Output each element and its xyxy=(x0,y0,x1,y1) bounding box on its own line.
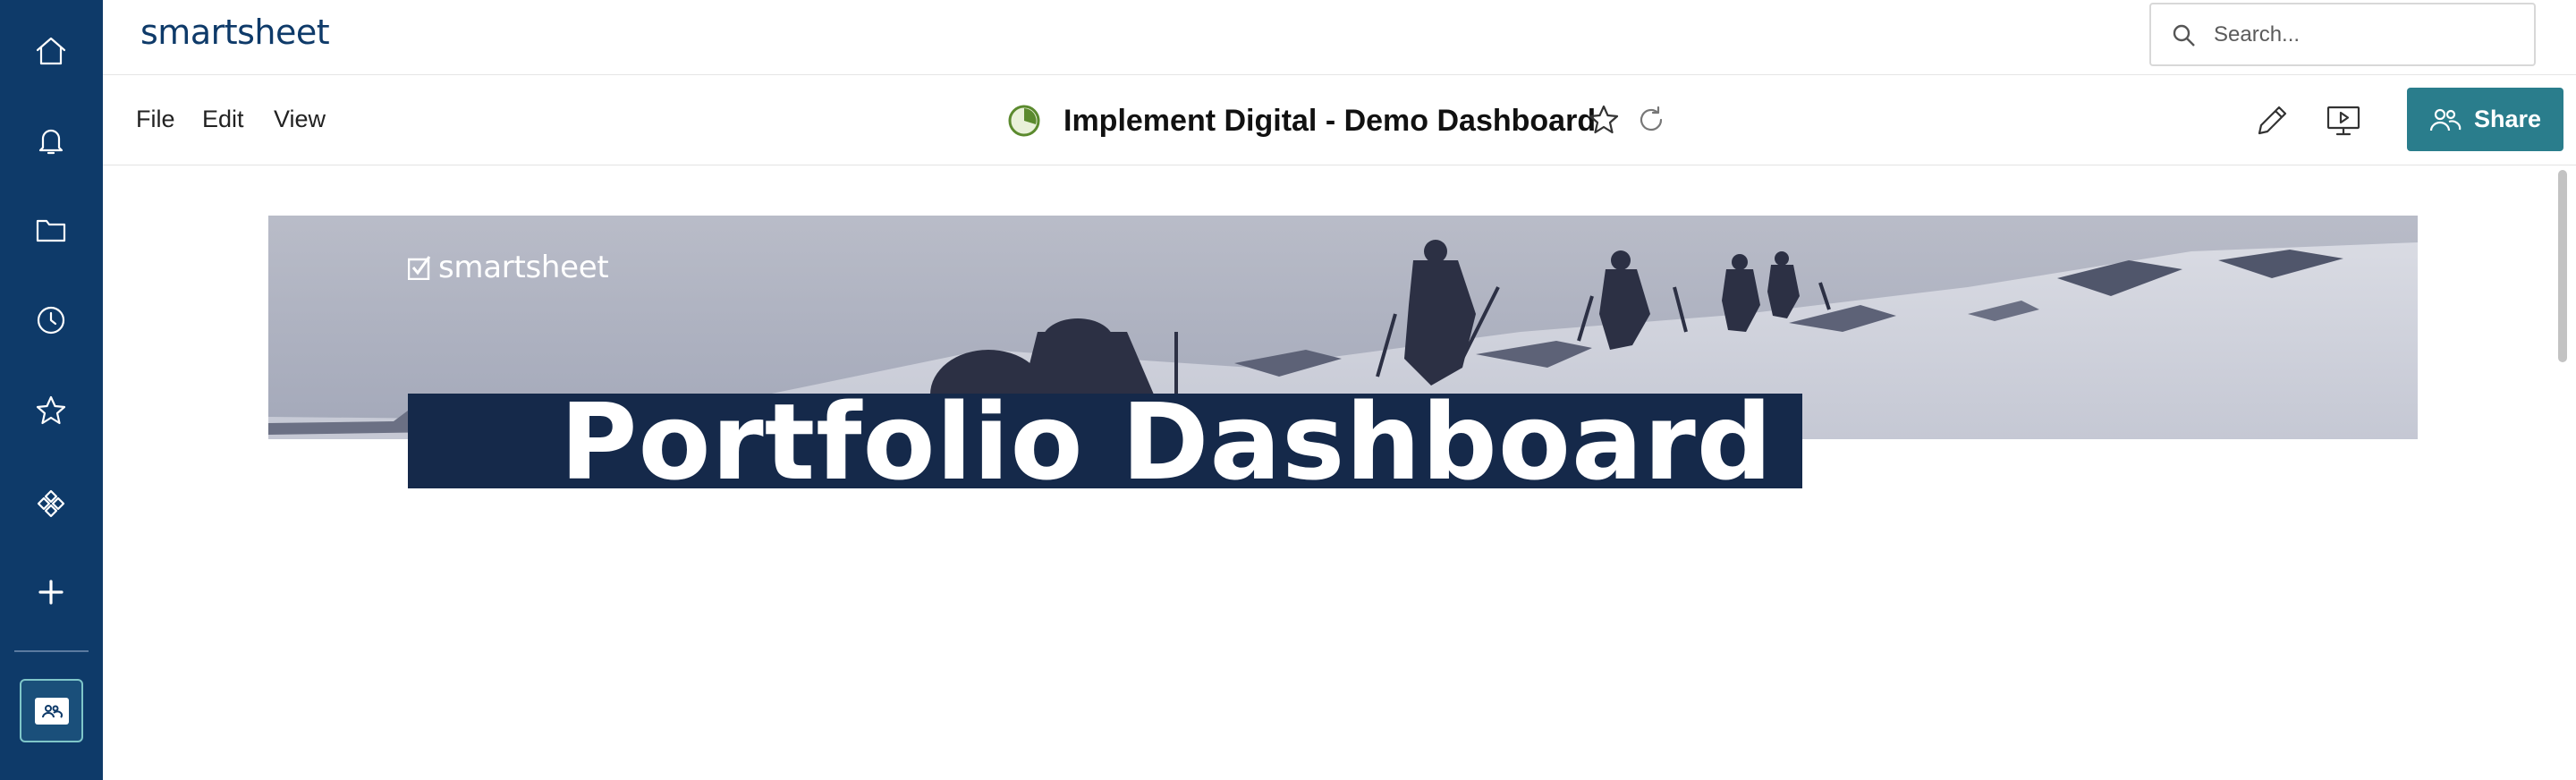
share-button[interactable]: Share xyxy=(2407,88,2563,151)
menu-edit[interactable]: Edit xyxy=(202,106,244,133)
search-input[interactable] xyxy=(2214,15,2518,55)
refresh-button[interactable] xyxy=(1635,104,1667,136)
refresh-icon xyxy=(1640,106,1663,131)
home-icon xyxy=(36,37,66,65)
workspace-button[interactable] xyxy=(20,679,83,742)
plus-icon xyxy=(38,580,64,605)
recents-button[interactable] xyxy=(20,289,82,352)
dashboard-header: File Edit View Implement Digital - Demo … xyxy=(103,75,2576,165)
create-button[interactable] xyxy=(20,561,82,623)
star-icon xyxy=(36,395,66,425)
home-button[interactable] xyxy=(20,20,82,82)
menu-view[interactable]: View xyxy=(274,106,326,133)
workspace-card xyxy=(34,697,69,725)
presentation-icon xyxy=(2326,106,2360,136)
vertical-scrollbar[interactable] xyxy=(2558,170,2567,362)
share-label: Share xyxy=(2473,106,2542,132)
smartsheet-check-icon xyxy=(408,256,431,280)
solutions-icon xyxy=(37,489,65,518)
bell-icon xyxy=(38,129,64,155)
clock-icon xyxy=(37,306,65,335)
favorite-button[interactable] xyxy=(1586,102,1622,138)
left-nav-rail xyxy=(0,0,103,780)
solution-center-button[interactable] xyxy=(20,471,82,533)
top-bar: smartsheet xyxy=(103,0,2576,75)
presentation-mode-button[interactable] xyxy=(2323,99,2364,140)
dashboard-canvas: smartsheet Portfolio Dashboard xyxy=(103,165,2576,780)
banner-logo-text: smartsheet xyxy=(438,250,609,285)
search-box[interactable] xyxy=(2149,3,2536,66)
people-icon xyxy=(2429,108,2462,131)
dashboard-icon xyxy=(1008,105,1040,137)
app-root: smartsheet File Edit View Implement Digi… xyxy=(0,0,2576,780)
workspace-people-icon xyxy=(41,704,63,718)
portfolio-title-plate: Portfolio Dashboard xyxy=(408,394,1802,488)
notifications-button[interactable] xyxy=(20,109,82,172)
star-outline-icon xyxy=(1589,105,1619,134)
edit-dashboard-button[interactable] xyxy=(2252,99,2293,140)
folder-icon xyxy=(36,219,66,242)
browse-button[interactable] xyxy=(20,199,82,261)
smartsheet-logo[interactable]: smartsheet xyxy=(140,13,330,52)
menu-file[interactable]: File xyxy=(136,106,175,133)
rail-divider xyxy=(14,650,89,652)
dashboard-title-group: Implement Digital - Demo Dashboard xyxy=(1006,98,1596,143)
pencil-icon xyxy=(2258,106,2287,135)
dashboard-title[interactable]: Implement Digital - Demo Dashboard xyxy=(1063,104,1596,139)
favorites-button[interactable] xyxy=(20,379,82,442)
search-icon xyxy=(2173,24,2195,47)
portfolio-title: Portfolio Dashboard xyxy=(560,394,1774,488)
banner-logo: smartsheet xyxy=(408,250,609,285)
